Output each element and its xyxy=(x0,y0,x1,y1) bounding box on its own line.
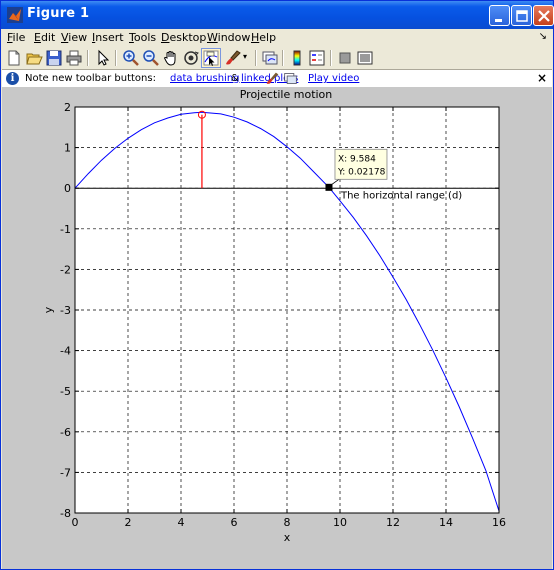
chart-title: Projectile motion xyxy=(240,88,333,101)
brush-dropdown-icon[interactable]: ▾ xyxy=(243,52,247,61)
y-tick-label: 0 xyxy=(64,182,71,195)
datatip-y: Y: 0.02178 xyxy=(337,167,386,177)
minimize-button[interactable] xyxy=(489,5,510,26)
y-tick-label: 2 xyxy=(64,101,71,114)
info-text: Note new toolbar buttons: xyxy=(25,73,156,84)
zoom-in-icon[interactable] xyxy=(122,49,140,67)
new-figure-icon[interactable] xyxy=(5,49,23,67)
info-bar: i Note new toolbar buttons: data brushin… xyxy=(2,69,552,87)
link-plot-icon[interactable] xyxy=(261,49,279,67)
menu-view[interactable]: View xyxy=(61,31,87,44)
close-window-button[interactable] xyxy=(533,5,554,26)
y-tick-label: -3 xyxy=(60,304,71,317)
open-file-icon[interactable] xyxy=(25,49,43,67)
show-plot-tools-icon[interactable] xyxy=(356,49,374,67)
figure-window: Figure 1 File Edit View Insert Tools Des… xyxy=(0,0,554,570)
y-tick-label: -8 xyxy=(60,507,71,520)
menu-edit[interactable]: Edit xyxy=(34,31,55,44)
toolbar-separator xyxy=(255,50,257,66)
rotate-3d-icon[interactable] xyxy=(182,49,200,67)
edit-plot-icon[interactable] xyxy=(94,49,112,67)
toolbar: ▾ xyxy=(1,47,553,69)
menu-tools[interactable]: Tools xyxy=(129,31,156,44)
menu-file[interactable]: File xyxy=(7,31,25,44)
y-axis-label: y xyxy=(42,306,55,313)
info-icon: i xyxy=(6,72,19,85)
menu-help[interactable]: Help xyxy=(251,31,276,44)
info-ampersand: & xyxy=(231,73,239,84)
x-tick-label: 10 xyxy=(333,516,347,529)
colorbar-icon[interactable] xyxy=(288,49,306,67)
x-tick-label: 4 xyxy=(178,516,185,529)
info-close-button[interactable]: × xyxy=(537,71,547,85)
brush-icon[interactable] xyxy=(224,49,242,67)
menu-file-rest: ile xyxy=(12,31,26,44)
y-tick-label: -6 xyxy=(60,426,71,439)
matlab-logo-icon xyxy=(7,7,23,23)
range-annotation: The horizontal range (d) xyxy=(340,190,462,201)
menu-insert[interactable]: Insert xyxy=(92,31,124,44)
toolbar-separator xyxy=(87,50,89,66)
toolbar-separator xyxy=(282,50,284,66)
menu-bar: File Edit View Insert Tools Desktop Wind… xyxy=(1,29,553,47)
x-tick-label: 14 xyxy=(439,516,453,529)
legend-icon[interactable] xyxy=(308,49,326,67)
play-video-link[interactable]: Play video xyxy=(308,73,359,84)
dock-arrow-icon[interactable]: ↘ xyxy=(539,31,547,42)
menu-window[interactable]: Window xyxy=(207,31,250,44)
y-tick-label: -1 xyxy=(60,223,71,236)
x-tick-label: 12 xyxy=(386,516,400,529)
save-icon[interactable] xyxy=(45,49,63,67)
figure-area: Projectile motion 0 2 4 6 8 10 12 14 16 2 1 0 -1 -2 -3… xyxy=(2,87,552,569)
x-axis-label: x xyxy=(284,531,291,544)
hide-plot-tools-icon[interactable] xyxy=(336,49,354,67)
x-tick-label: 8 xyxy=(284,516,291,529)
y-tick-label: -5 xyxy=(60,385,71,398)
brush-icon xyxy=(266,72,279,84)
datatip[interactable]: X: 9.584 Y: 0.02178 xyxy=(334,148,388,180)
menu-desktop[interactable]: Desktop xyxy=(161,31,206,44)
toolbar-separator xyxy=(115,50,117,66)
x-tick-label: 2 xyxy=(125,516,132,529)
plot-canvas[interactable]: Projectile motion 0 2 4 6 8 10 12 14 16210-1-2-3… xyxy=(2,87,552,569)
x-tick-label: 16 xyxy=(492,516,506,529)
print-icon[interactable] xyxy=(65,49,83,67)
datatip-x: X: 9.584 xyxy=(338,154,376,164)
window-title: Figure 1 xyxy=(27,6,90,21)
zoom-out-icon[interactable] xyxy=(142,49,160,67)
link-plot-icon xyxy=(284,73,297,84)
datatip-point[interactable] xyxy=(325,183,333,191)
toolbar-separator xyxy=(330,50,332,66)
y-tick-label: -4 xyxy=(60,345,71,358)
title-bar[interactable]: Figure 1 xyxy=(1,1,554,29)
data-cursor-icon[interactable] xyxy=(201,48,221,68)
minimize-icon xyxy=(495,19,502,22)
y-tick-label: -7 xyxy=(60,466,71,479)
x-tick-label: 6 xyxy=(231,516,238,529)
maximize-button[interactable] xyxy=(511,5,532,26)
pan-icon[interactable] xyxy=(162,49,180,67)
y-tick-label: 1 xyxy=(64,142,71,155)
data-brushing-link[interactable]: data brushing xyxy=(170,73,240,84)
x-tick-label: 0 xyxy=(72,516,79,529)
maximize-icon xyxy=(516,10,528,22)
y-tick-label: -2 xyxy=(60,263,71,276)
close-icon xyxy=(538,10,550,22)
